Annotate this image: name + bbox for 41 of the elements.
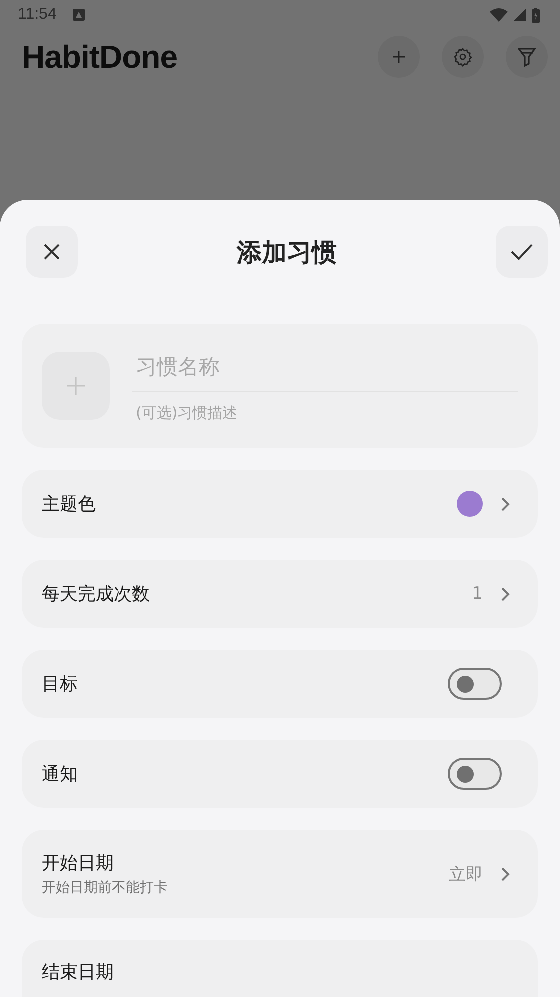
habit-name-card[interactable]: 习惯名称 (可选)习惯描述: [22, 324, 538, 448]
setting-label: 结束日期: [42, 961, 114, 984]
setting-row[interactable]: 通知: [22, 740, 538, 808]
setting-row[interactable]: 开始日期 开始日期前不能打卡 立即: [22, 830, 538, 918]
plus-icon: [66, 376, 86, 396]
chevron-icon: [501, 496, 510, 512]
filter-button[interactable]: [506, 36, 548, 78]
setting-value: 立即: [449, 864, 483, 886]
setting-label: 主题色: [42, 493, 96, 516]
confirm-button[interactable]: [496, 226, 548, 278]
add-button[interactable]: [378, 36, 420, 78]
settings-icon: [453, 47, 473, 67]
setting-row[interactable]: 主题色: [22, 470, 538, 538]
setting-label: 每天完成次数: [42, 583, 150, 606]
battery-icon: [532, 8, 540, 22]
setting-row[interactable]: 每天完成次数 1: [22, 560, 538, 628]
setting-row[interactable]: 结束日期: [22, 940, 538, 997]
description-field[interactable]: (可选)习惯描述: [132, 392, 518, 426]
chevron-icon: [501, 866, 510, 882]
setting-row[interactable]: 目标: [22, 650, 538, 718]
close-button[interactable]: [26, 226, 78, 278]
setting-value: 1: [472, 584, 483, 604]
toggle-switch[interactable]: [448, 758, 502, 790]
filter-icon: [518, 47, 536, 67]
plus-icon: [392, 50, 406, 64]
sheet-title: 添加习惯: [237, 236, 337, 268]
setting-subtitle: 开始日期前不能打卡: [42, 879, 168, 897]
app-title: HabitDone: [22, 38, 178, 76]
setting-label: 目标: [42, 673, 78, 696]
notification-icon: [72, 9, 85, 21]
status-time: 11:54: [18, 6, 57, 24]
signal-icon: [514, 9, 526, 21]
check-icon: [511, 244, 533, 260]
close-icon: [43, 243, 61, 261]
name-field[interactable]: 习惯名称: [132, 346, 518, 392]
settings-button[interactable]: [442, 36, 484, 78]
setting-label: 开始日期: [42, 852, 115, 875]
chevron-icon: [501, 586, 510, 602]
toggle-switch[interactable]: [448, 668, 502, 700]
wifi-icon: [490, 8, 508, 22]
setting-label: 通知: [42, 763, 78, 786]
